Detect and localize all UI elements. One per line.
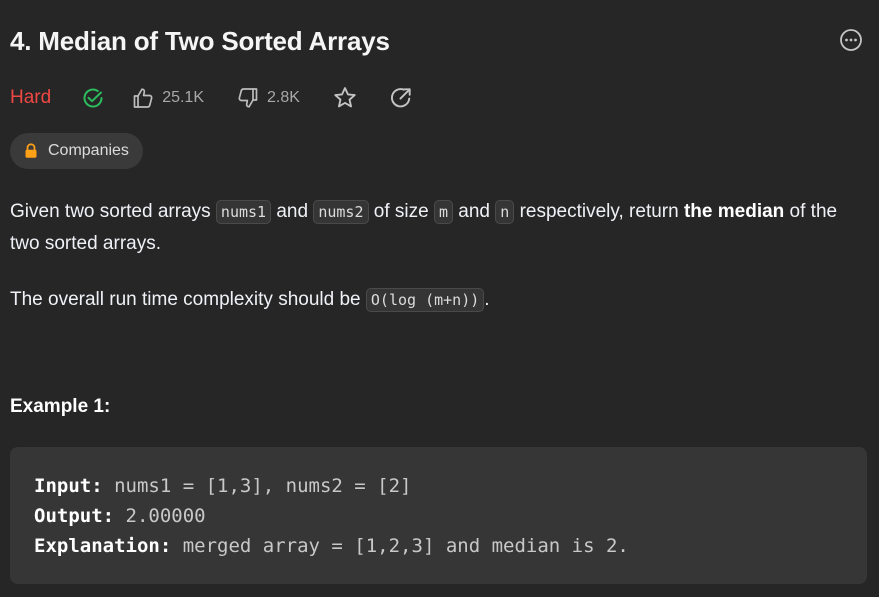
description-text: .	[484, 289, 490, 310]
emphasis-the-median: the median	[683, 201, 785, 222]
difficulty-badge: Hard	[10, 87, 52, 108]
problem-header: 4. Median of Two Sorted Arrays	[10, 24, 867, 64]
example-1-box: Input: nums1 = [1,3], nums2 = [2] Output…	[10, 447, 867, 584]
example-explanation-line: Explanation: merged array = [1,2,3] and …	[34, 531, 843, 561]
share-icon[interactable]	[388, 85, 414, 111]
star-favorite-icon[interactable]	[332, 85, 358, 111]
example-input-label: Input:	[34, 475, 103, 497]
description-paragraph-2: The overall run time complexity should b…	[10, 284, 870, 316]
description-text: respectively, return	[514, 201, 684, 222]
companies-label: Companies	[48, 142, 129, 159]
code-m: m	[433, 200, 454, 224]
example-input-line: Input: nums1 = [1,3], nums2 = [2]	[34, 471, 843, 501]
problem-meta-row: Hard 25.1K 2.8K	[10, 82, 444, 114]
example-explanation-label: Explanation:	[34, 535, 172, 557]
example-output-value: 2.00000	[114, 505, 206, 527]
companies-tag-button[interactable]: Companies	[10, 133, 143, 169]
description-paragraph-1: Given two sorted arrays nums1 and nums2 …	[10, 196, 870, 260]
dislike-button[interactable]: 2.8K	[236, 86, 300, 110]
example-output-label: Output:	[34, 505, 115, 527]
example-1-title: Example 1:	[10, 396, 111, 417]
problem-title: 4. Median of Two Sorted Arrays	[10, 26, 390, 56]
more-options-icon[interactable]	[839, 28, 863, 52]
thumbs-up-icon	[133, 88, 153, 108]
thumbs-down-icon	[238, 88, 258, 108]
code-nums2: nums2	[313, 200, 369, 224]
description-text: and	[453, 201, 496, 222]
example-output-line: Output: 2.00000	[34, 501, 843, 531]
problem-description: Given two sorted arrays nums1 and nums2 …	[10, 196, 870, 316]
description-text: of size	[368, 201, 434, 222]
lock-icon	[25, 143, 37, 158]
like-count: 25.1K	[162, 89, 204, 106]
example-explanation-value: merged array = [1,2,3] and median is 2.	[171, 535, 629, 557]
code-nums1: nums1	[215, 200, 272, 224]
code-n: n	[495, 200, 515, 224]
solved-check-icon	[83, 88, 103, 108]
example-input-value: nums1 = [1,3], nums2 = [2]	[102, 475, 412, 497]
description-text: Given two sorted arrays	[10, 201, 216, 222]
description-text: and	[271, 201, 314, 222]
like-button[interactable]: 25.1K	[131, 86, 204, 110]
description-text: The overall run time complexity should b…	[10, 289, 366, 310]
dislike-count: 2.8K	[267, 89, 300, 106]
code-complexity: O(log (m+n))	[365, 288, 485, 312]
